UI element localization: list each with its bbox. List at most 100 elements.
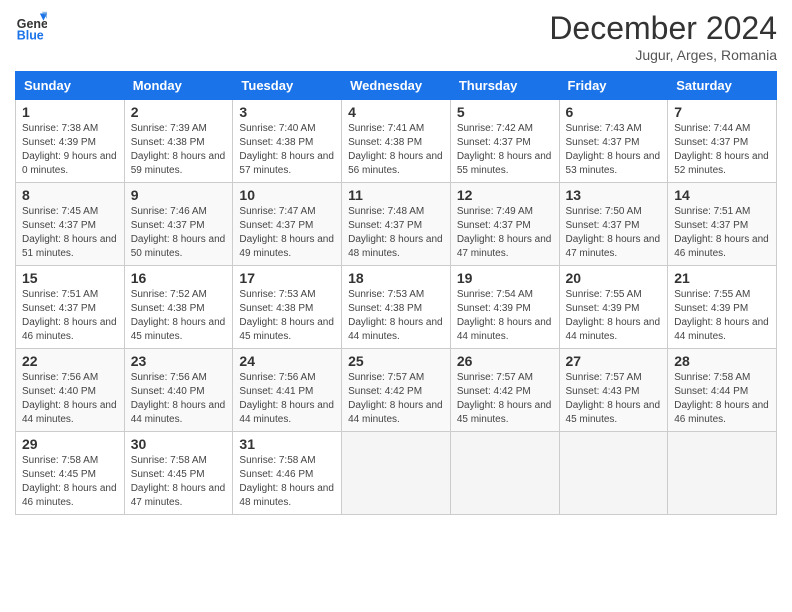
day-number: 24: [239, 353, 335, 369]
day-info: Sunrise: 7:51 AMSunset: 4:37 PMDaylight:…: [22, 288, 118, 344]
day-cell: [450, 432, 559, 515]
day-cell: 17Sunrise: 7:53 AMSunset: 4:38 PMDayligh…: [233, 266, 342, 349]
day-cell: 14 Sunrise: 7:51 AMSunset: 4:37 PMDayligh…: [668, 183, 777, 266]
day-info: Sunrise: 7:56 AMSunset: 4:41 PMDaylight:…: [239, 371, 335, 427]
day-number: 15: [22, 270, 118, 286]
day-info: Sunrise: 7:46 AMSunset: 4:37 PMDaylight:…: [131, 205, 227, 261]
day-cell: 4 Sunrise: 7:41 AMSunset: 4:38 PMDaylight…: [342, 100, 451, 183]
day-info: Sunrise: 7:51 AMSunset: 4:37 PMDaylight:…: [674, 205, 770, 261]
day-number: 18: [348, 270, 444, 286]
day-number: 19: [457, 270, 553, 286]
day-number: 9: [131, 187, 227, 203]
day-cell: 12Sunrise: 7:49 AMSunset: 4:37 PMDayligh…: [450, 183, 559, 266]
day-cell: 29 Sunrise: 7:58 AMSunset: 4:45 PMDayligh…: [16, 432, 125, 515]
day-info: Sunrise: 7:57 AMSunset: 4:42 PMDaylight:…: [457, 371, 553, 427]
day-cell: 5 Sunrise: 7:42 AMSunset: 4:37 PMDaylight…: [450, 100, 559, 183]
day-cell: 9 Sunrise: 7:46 AMSunset: 4:37 PMDaylight…: [124, 183, 233, 266]
col-header-wednesday: Wednesday: [342, 72, 451, 100]
day-number: 4: [348, 104, 444, 120]
day-number: 16: [131, 270, 227, 286]
week-row-4: 22 Sunrise: 7:56 AMSunset: 4:40 PMDayligh…: [16, 349, 777, 432]
day-info: Sunrise: 7:55 AMSunset: 4:39 PMDaylight:…: [566, 288, 662, 344]
col-header-friday: Friday: [559, 72, 668, 100]
page: General Blue December 2024 Jugur, Arges,…: [0, 0, 792, 612]
col-header-tuesday: Tuesday: [233, 72, 342, 100]
day-info: Sunrise: 7:55 AMSunset: 4:39 PMDaylight:…: [674, 288, 770, 344]
day-cell: 3 Sunrise: 7:40 AMSunset: 4:38 PMDaylight…: [233, 100, 342, 183]
header-row: SundayMondayTuesdayWednesdayThursdayFrid…: [16, 72, 777, 100]
week-row-2: 8Sunrise: 7:45 AMSunset: 4:37 PMDaylight…: [16, 183, 777, 266]
day-info: Sunrise: 7:58 AMSunset: 4:46 PMDaylight:…: [239, 454, 335, 510]
location: Jugur, Arges, Romania: [549, 47, 777, 63]
day-number: 20: [566, 270, 662, 286]
day-cell: 21Sunrise: 7:55 AMSunset: 4:39 PMDayligh…: [668, 266, 777, 349]
day-number: 10: [239, 187, 335, 203]
day-number: 23: [131, 353, 227, 369]
day-number: 31: [239, 436, 335, 452]
logo-icon: General Blue: [15, 10, 47, 42]
day-cell: 23 Sunrise: 7:56 AMSunset: 4:40 PMDayligh…: [124, 349, 233, 432]
day-info: Sunrise: 7:42 AMSunset: 4:37 PMDaylight:…: [457, 122, 553, 178]
day-number: 22: [22, 353, 118, 369]
day-number: 30: [131, 436, 227, 452]
day-info: Sunrise: 7:53 AMSunset: 4:38 PMDaylight:…: [348, 288, 444, 344]
day-info: Sunrise: 7:52 AMSunset: 4:38 PMDaylight:…: [131, 288, 227, 344]
day-info: Sunrise: 7:58 AMSunset: 4:45 PMDaylight:…: [22, 454, 118, 510]
day-info: Sunrise: 7:54 AMSunset: 4:39 PMDaylight:…: [457, 288, 553, 344]
day-cell: 13Sunrise: 7:50 AMSunset: 4:37 PMDayligh…: [559, 183, 668, 266]
day-info: Sunrise: 7:57 AMSunset: 4:43 PMDaylight:…: [566, 371, 662, 427]
day-cell: 8Sunrise: 7:45 AMSunset: 4:37 PMDaylight…: [16, 183, 125, 266]
day-cell: 27 Sunrise: 7:57 AMSunset: 4:43 PMDayligh…: [559, 349, 668, 432]
day-cell: 16 Sunrise: 7:52 AMSunset: 4:38 PMDayligh…: [124, 266, 233, 349]
day-cell: 22 Sunrise: 7:56 AMSunset: 4:40 PMDayligh…: [16, 349, 125, 432]
day-cell: 11 Sunrise: 7:48 AMSunset: 4:37 PMDayligh…: [342, 183, 451, 266]
col-header-sunday: Sunday: [16, 72, 125, 100]
day-info: Sunrise: 7:38 AMSunset: 4:39 PMDaylight:…: [22, 122, 118, 178]
day-info: Sunrise: 7:45 AMSunset: 4:37 PMDaylight:…: [22, 205, 118, 261]
day-number: 1: [22, 104, 118, 120]
day-cell: 31 Sunrise: 7:58 AMSunset: 4:46 PMDayligh…: [233, 432, 342, 515]
day-cell: [668, 432, 777, 515]
day-info: Sunrise: 7:56 AMSunset: 4:40 PMDaylight:…: [22, 371, 118, 427]
day-info: Sunrise: 7:41 AMSunset: 4:38 PMDaylight:…: [348, 122, 444, 178]
day-number: 6: [566, 104, 662, 120]
day-number: 14: [674, 187, 770, 203]
week-row-3: 15 Sunrise: 7:51 AMSunset: 4:37 PMDayligh…: [16, 266, 777, 349]
col-header-saturday: Saturday: [668, 72, 777, 100]
day-number: 3: [239, 104, 335, 120]
day-info: Sunrise: 7:43 AMSunset: 4:37 PMDaylight:…: [566, 122, 662, 178]
day-number: 7: [674, 104, 770, 120]
col-header-thursday: Thursday: [450, 72, 559, 100]
day-cell: 30 Sunrise: 7:58 AMSunset: 4:45 PMDayligh…: [124, 432, 233, 515]
day-cell: 2 Sunrise: 7:39 AMSunset: 4:38 PMDaylight…: [124, 100, 233, 183]
day-info: Sunrise: 7:49 AMSunset: 4:37 PMDaylight:…: [457, 205, 553, 261]
day-cell: 28Sunrise: 7:58 AMSunset: 4:44 PMDayligh…: [668, 349, 777, 432]
header: General Blue December 2024 Jugur, Arges,…: [15, 10, 777, 63]
day-number: 2: [131, 104, 227, 120]
day-cell: 20 Sunrise: 7:55 AMSunset: 4:39 PMDayligh…: [559, 266, 668, 349]
day-cell: 15 Sunrise: 7:51 AMSunset: 4:37 PMDayligh…: [16, 266, 125, 349]
day-cell: 10Sunrise: 7:47 AMSunset: 4:37 PMDayligh…: [233, 183, 342, 266]
day-cell: 25 Sunrise: 7:57 AMSunset: 4:42 PMDayligh…: [342, 349, 451, 432]
day-cell: 24 Sunrise: 7:56 AMSunset: 4:41 PMDayligh…: [233, 349, 342, 432]
day-info: Sunrise: 7:40 AMSunset: 4:38 PMDaylight:…: [239, 122, 335, 178]
day-info: Sunrise: 7:48 AMSunset: 4:37 PMDaylight:…: [348, 205, 444, 261]
day-number: 5: [457, 104, 553, 120]
day-number: 27: [566, 353, 662, 369]
day-info: Sunrise: 7:57 AMSunset: 4:42 PMDaylight:…: [348, 371, 444, 427]
day-info: Sunrise: 7:39 AMSunset: 4:38 PMDaylight:…: [131, 122, 227, 178]
day-number: 29: [22, 436, 118, 452]
day-cell: 1 Sunrise: 7:38 AMSunset: 4:39 PMDaylight…: [16, 100, 125, 183]
day-cell: [559, 432, 668, 515]
title-block: December 2024 Jugur, Arges, Romania: [549, 10, 777, 63]
day-info: Sunrise: 7:58 AMSunset: 4:45 PMDaylight:…: [131, 454, 227, 510]
day-info: Sunrise: 7:58 AMSunset: 4:44 PMDaylight:…: [674, 371, 770, 427]
day-info: Sunrise: 7:56 AMSunset: 4:40 PMDaylight:…: [131, 371, 227, 427]
logo: General Blue: [15, 10, 47, 42]
col-header-monday: Monday: [124, 72, 233, 100]
day-number: 25: [348, 353, 444, 369]
calendar-table: SundayMondayTuesdayWednesdayThursdayFrid…: [15, 71, 777, 515]
day-cell: 6 Sunrise: 7:43 AMSunset: 4:37 PMDaylight…: [559, 100, 668, 183]
day-number: 11: [348, 187, 444, 203]
day-cell: 7Sunrise: 7:44 AMSunset: 4:37 PMDaylight…: [668, 100, 777, 183]
